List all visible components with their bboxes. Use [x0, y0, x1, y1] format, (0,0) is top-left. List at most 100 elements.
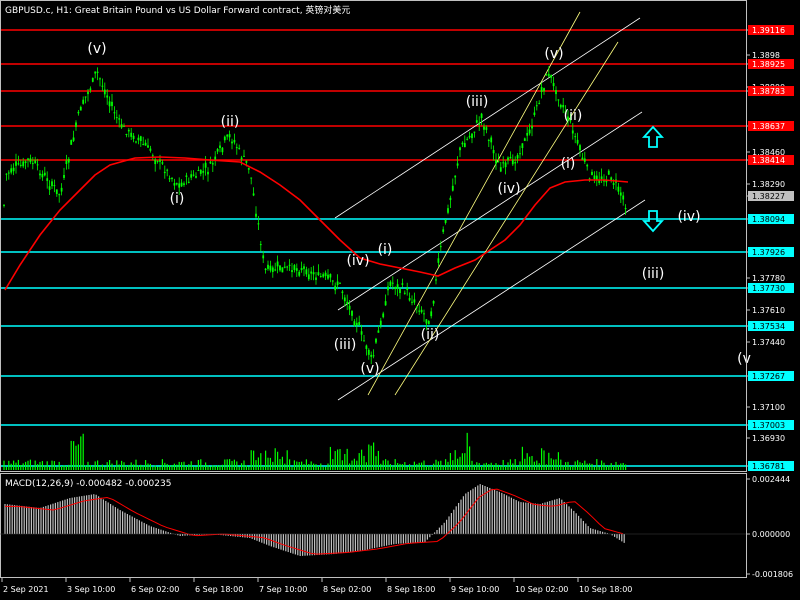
candle-body — [103, 89, 106, 95]
candle-body — [228, 134, 231, 138]
candle-body — [396, 284, 399, 289]
candle-body — [343, 297, 346, 302]
candle-body — [351, 310, 353, 316]
candle-body — [53, 185, 56, 187]
candle-body — [151, 155, 154, 157]
candle-body — [235, 147, 238, 149]
time-axis-label: 7 Sep 10:00 — [259, 585, 307, 594]
candle-body — [219, 145, 221, 148]
candle-body — [413, 299, 416, 303]
candle-body — [617, 186, 620, 192]
candle-body — [5, 173, 8, 175]
candle-body — [58, 194, 61, 196]
candle-body — [310, 271, 313, 274]
candle-body — [31, 163, 34, 165]
candle-body — [499, 167, 502, 172]
candle-body — [533, 112, 536, 115]
candle-body — [231, 141, 233, 144]
candle-body — [139, 136, 142, 141]
price-axis-label: 1.37003 — [752, 421, 785, 430]
candle-body — [142, 143, 145, 145]
candle-body — [247, 167, 250, 170]
wave-label: (v — [737, 351, 751, 367]
candle-body — [399, 288, 401, 294]
wave-label: (iv) — [346, 253, 369, 269]
candle-body — [113, 112, 116, 114]
candle-body — [535, 105, 538, 107]
candle-body — [545, 74, 548, 76]
candle-body — [293, 265, 296, 270]
candle-body — [550, 74, 553, 78]
price-axis-label: 1.38227 — [752, 192, 785, 201]
candle-body — [286, 266, 289, 268]
candle-body — [135, 141, 137, 143]
candle-body — [226, 134, 229, 137]
candle-body — [346, 301, 349, 305]
candle-body — [456, 163, 459, 166]
wave-label: (v) — [87, 41, 106, 57]
candle-body — [372, 355, 375, 357]
candle-body — [106, 95, 109, 98]
candle-body — [202, 171, 205, 173]
candle-body — [211, 163, 214, 165]
candle-body — [111, 101, 113, 107]
candle-body — [540, 87, 543, 92]
candle-body — [233, 139, 236, 143]
candle-body — [41, 173, 44, 178]
candle-body — [300, 268, 303, 271]
candle-body — [250, 177, 253, 179]
candle-body — [435, 279, 437, 281]
candle-body — [519, 153, 521, 155]
candle-body — [485, 127, 488, 130]
candle-body — [46, 178, 49, 181]
time-axis-label: 10 Sep 18:00 — [579, 585, 632, 594]
candle-body — [329, 274, 332, 278]
candle-body — [511, 159, 514, 165]
candle-body — [55, 189, 58, 194]
wave-label: (iv) — [677, 209, 700, 225]
candle-body — [363, 340, 365, 342]
candle-body — [622, 195, 625, 200]
candle-body — [192, 174, 195, 176]
time-axis-label: 2 Sep 2021 — [3, 585, 49, 594]
candle-body — [322, 274, 325, 277]
candle-body — [607, 170, 610, 175]
price-axis-label: 1.37780 — [752, 274, 785, 283]
candle-body — [444, 219, 447, 223]
candle-body — [370, 354, 373, 357]
candle-body — [348, 305, 351, 310]
candle-body — [199, 169, 202, 174]
price-axis-label: 1.38637 — [752, 122, 785, 131]
candle-body — [502, 162, 505, 164]
candle-body — [204, 162, 207, 168]
wave-label: (i) — [561, 156, 576, 172]
candle-body — [118, 118, 121, 120]
candle-body — [619, 192, 622, 196]
candle-body — [576, 139, 579, 144]
candle-body — [451, 185, 454, 191]
candle-body — [375, 338, 377, 343]
candle-body — [171, 177, 173, 179]
candle-body — [34, 160, 37, 164]
candle-body — [593, 175, 596, 180]
candle-body — [156, 161, 159, 163]
candle-body — [403, 292, 406, 294]
candle-body — [137, 137, 140, 141]
wave-label: (v) — [544, 46, 563, 62]
time-axis-label: 10 Sep 02:00 — [515, 585, 568, 594]
candle-body — [408, 298, 411, 301]
candle-body — [411, 301, 413, 303]
candle-body — [267, 264, 269, 269]
wave-label: (iii) — [642, 266, 665, 282]
macd-axis-label: 0.000000 — [752, 530, 790, 539]
candle-body — [555, 90, 557, 95]
chart-background — [0, 0, 800, 600]
candle-body — [586, 164, 589, 167]
candle-body — [591, 171, 593, 175]
trading-chart[interactable]: (v) (i) (ii) (iii) (iv) (i) (v) (ii) (iii) (iv) (i… — [0, 0, 800, 600]
candle-body — [478, 123, 481, 125]
candle-body — [243, 155, 245, 157]
candle-body — [75, 122, 77, 127]
candle-body — [108, 101, 111, 107]
candle-body — [495, 159, 497, 164]
